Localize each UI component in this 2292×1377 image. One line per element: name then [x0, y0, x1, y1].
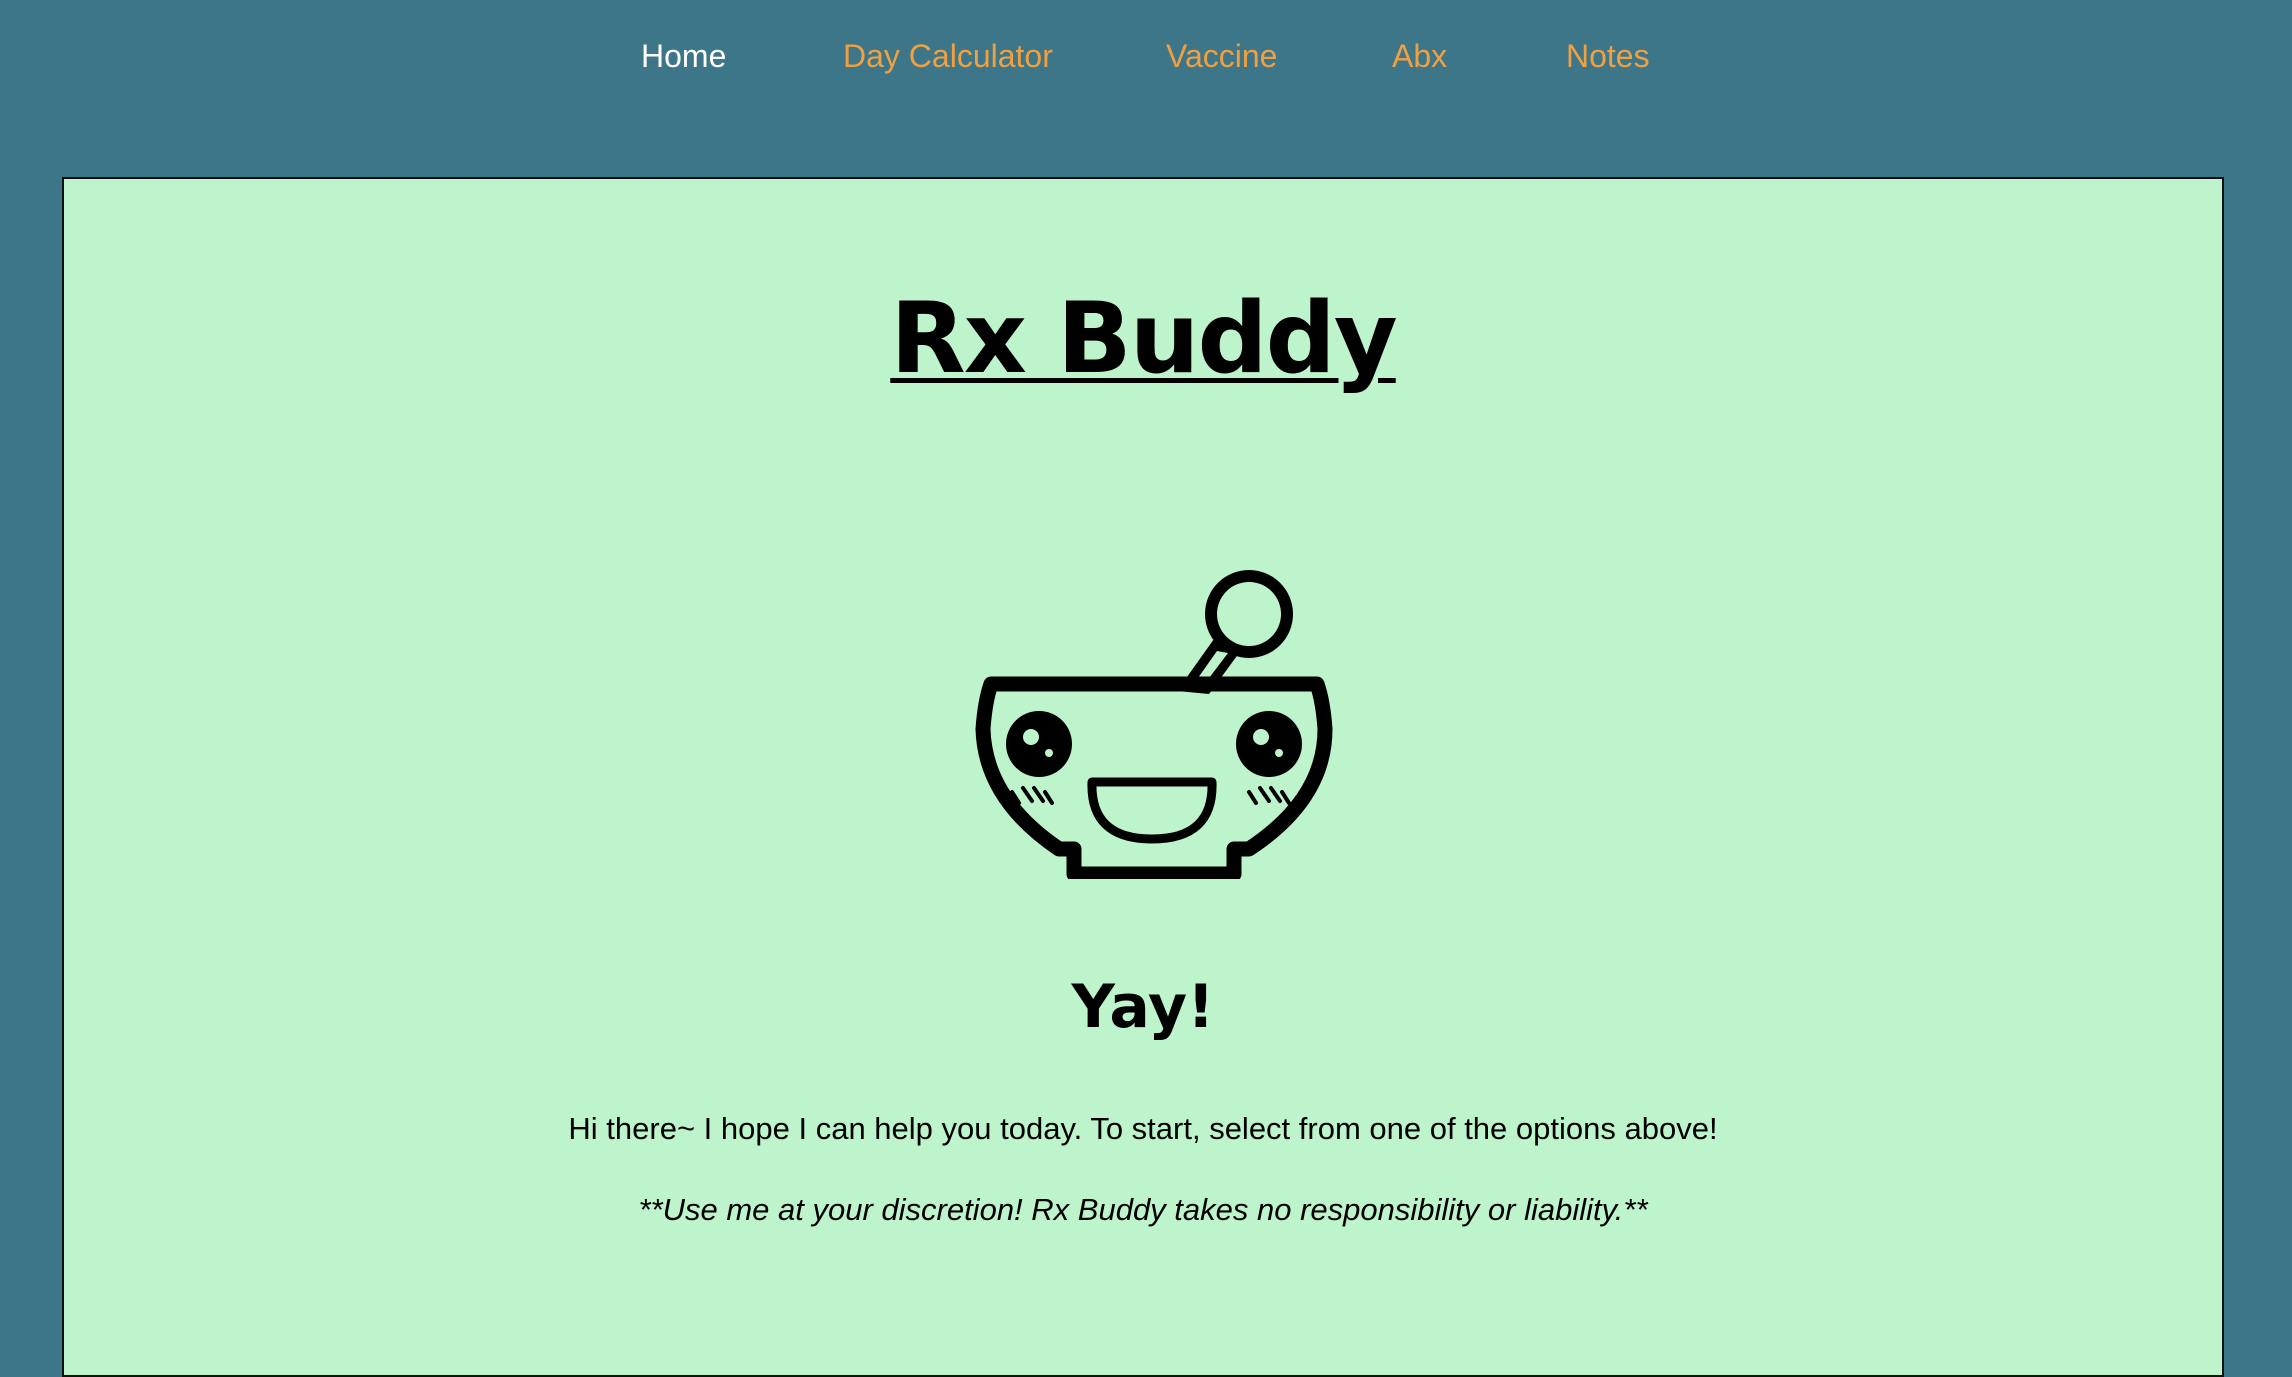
smile-mouth — [1087, 777, 1217, 844]
pestle-knob-inner — [1217, 582, 1281, 646]
left-eye — [1006, 711, 1072, 777]
left-blush — [1010, 786, 1054, 805]
nav-link-notes[interactable]: Notes — [1566, 34, 1650, 78]
nav-link-day-calculator[interactable]: Day Calculator — [843, 34, 1053, 78]
nav-link-vaccine[interactable]: Vaccine — [1166, 34, 1277, 78]
right-eye — [1236, 711, 1302, 777]
greeting-heading: Yay! — [1071, 972, 1215, 1042]
right-blush — [1247, 786, 1291, 805]
disclaimer-text: **Use me at your discretion! Rx Buddy ta… — [638, 1192, 1648, 1227]
intro-text: Hi there~ I hope I can help you today. T… — [568, 1111, 1718, 1146]
page-title: Rx Buddy — [890, 282, 1397, 396]
nav-link-home[interactable]: Home — [641, 34, 726, 78]
happy-mortar-and-pestle-icon — [975, 570, 1333, 879]
main-card: Rx Buddy Yay! Hi there~ I hope I can hel… — [62, 177, 2224, 1377]
nav-link-abx[interactable]: Abx — [1392, 34, 1447, 78]
top-navigation: Home Day Calculator Vaccine Abx Notes — [0, 0, 2292, 115]
